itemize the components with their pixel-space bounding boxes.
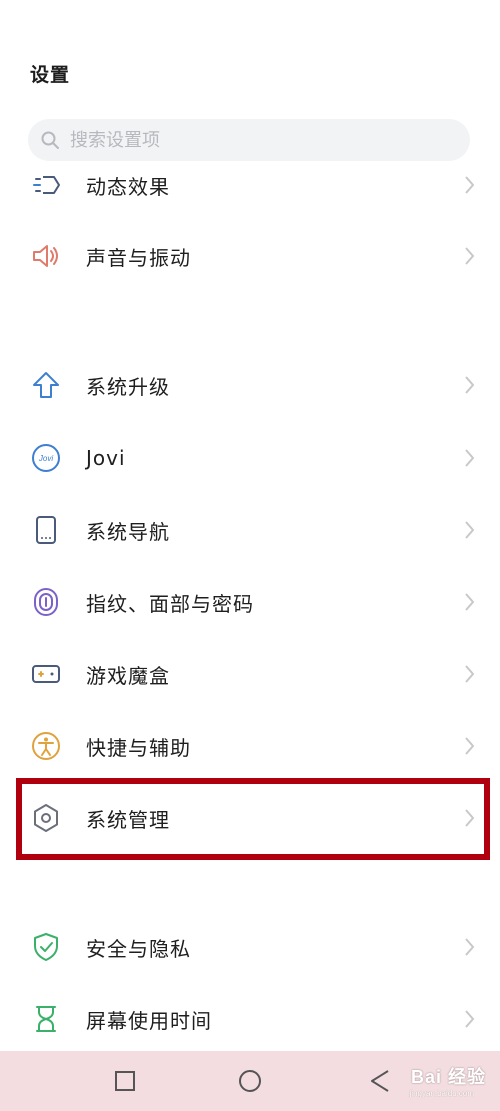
settings-item-label: 声音与振动: [86, 245, 191, 270]
settings-item-sound-vibration[interactable]: 声音与振动: [0, 223, 500, 289]
chevron-right-icon: [464, 591, 476, 613]
settings-item-shortcuts-accessibility[interactable]: 快捷与辅助: [0, 713, 500, 779]
settings-item-label: 系统导航: [86, 519, 170, 544]
shield-check-icon: [30, 931, 62, 963]
chevron-right-icon: [464, 1008, 476, 1030]
settings-item-fingerprint-face-password[interactable]: 指纹、面部与密码: [0, 569, 500, 635]
settings-item-label: 游戏魔盒: [86, 663, 170, 688]
chevron-right-icon: [464, 447, 476, 469]
search-input[interactable]: [70, 129, 410, 151]
settings-item-label: 系统管理: [86, 807, 170, 832]
settings-item-label: Jovi: [86, 446, 126, 470]
chevron-right-icon: [464, 663, 476, 685]
motion-effect-icon: [30, 169, 62, 201]
jovi-icon: Jovi: [30, 442, 62, 474]
accessibility-icon: [30, 730, 62, 762]
settings-item-label: 指纹、面部与密码: [86, 591, 254, 616]
home-icon[interactable]: [232, 1063, 268, 1099]
settings-item-motion-effect[interactable]: 动态效果: [0, 152, 500, 218]
speaker-icon: [30, 240, 62, 272]
watermark-logo: Bai 经验: [410, 1067, 486, 1087]
chevron-right-icon: [464, 519, 476, 541]
settings-item-label: 动态效果: [86, 174, 170, 199]
search-icon: [40, 130, 60, 150]
chevron-right-icon: [464, 374, 476, 396]
settings-item-jovi[interactable]: Jovi Jovi: [0, 425, 500, 491]
page-title: 设置: [30, 64, 71, 86]
chevron-right-icon: [464, 735, 476, 757]
recent-apps-icon[interactable]: [107, 1063, 143, 1099]
chevron-right-icon: [464, 807, 476, 829]
settings-item-game-box[interactable]: 游戏魔盒: [0, 641, 500, 707]
chevron-right-icon: [464, 174, 476, 196]
svg-text:Jovi: Jovi: [38, 454, 53, 463]
system-navigation-bar: Bai 经验 jingyan.baidu.com: [0, 1051, 500, 1111]
hourglass-icon: [30, 1003, 62, 1035]
back-icon[interactable]: [362, 1063, 398, 1099]
settings-item-screen-time[interactable]: 屏幕使用时间: [0, 986, 500, 1052]
settings-item-label: 快捷与辅助: [86, 735, 191, 760]
phone-navigation-icon: [30, 514, 62, 546]
settings-item-label: 系统升级: [86, 374, 170, 399]
settings-item-security-privacy[interactable]: 安全与隐私: [0, 914, 500, 980]
settings-item-system-management[interactable]: 系统管理: [0, 785, 500, 851]
chevron-right-icon: [464, 245, 476, 267]
game-box-icon: [30, 658, 62, 690]
settings-item-system-navigation[interactable]: 系统导航: [0, 497, 500, 563]
settings-item-label: 屏幕使用时间: [86, 1008, 212, 1033]
upgrade-arrow-icon: [30, 369, 62, 401]
chevron-right-icon: [464, 936, 476, 958]
watermark-url: jingyan.baidu.com: [409, 1089, 474, 1098]
settings-item-label: 安全与隐私: [86, 936, 191, 961]
settings-item-system-upgrade[interactable]: 系统升级: [0, 352, 500, 418]
fingerprint-icon: [30, 586, 62, 618]
hexagon-settings-icon: [30, 802, 62, 834]
